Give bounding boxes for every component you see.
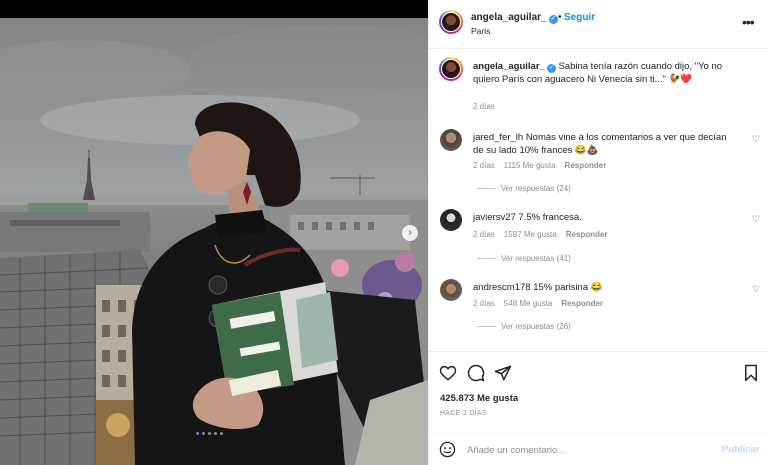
view-replies-label: Ver respuestas (24) <box>501 184 571 193</box>
comment-time: 2 días <box>473 230 495 239</box>
reply-button[interactable]: Responder <box>561 299 603 308</box>
publish-button[interactable]: Publicar <box>722 444 760 455</box>
replies-line <box>477 188 495 189</box>
comment-likes[interactable]: 548 Me gusta <box>504 299 552 308</box>
carousel-dot <box>202 432 205 435</box>
post-header: angela_aguilar_ ✓ • Seguir Paris ••• <box>429 0 768 49</box>
photo-top-bar <box>0 0 428 18</box>
commenter-username[interactable]: javiersv27 <box>473 212 516 223</box>
replies-line <box>477 326 495 327</box>
replies-line <box>477 258 495 259</box>
caption-avatar[interactable] <box>439 57 463 81</box>
reply-button[interactable]: Responder <box>566 230 608 239</box>
caption-username[interactable]: angela_aguilar_ <box>473 61 545 72</box>
post-detail-panel: angela_aguilar_ ✓ • Seguir Paris ••• ange… <box>428 0 768 465</box>
post-actions: 425.873 Me gusta HACE 2 DÍAS <box>429 351 768 433</box>
share-send-icon[interactable] <box>494 364 512 382</box>
post-photo[interactable]: › <box>0 0 428 465</box>
post-time: HACE 2 DÍAS <box>440 410 487 417</box>
author-username[interactable]: angela_aguilar_ ✓ <box>471 12 558 24</box>
view-replies-button[interactable]: Ver respuestas (26) <box>477 322 571 331</box>
comment-time: 2 días <box>473 299 495 308</box>
more-options-icon[interactable]: ••• <box>742 14 755 30</box>
comment-time: 2 días <box>473 161 495 170</box>
verified-badge-icon: ✓ <box>548 15 558 24</box>
view-replies-label: Ver respuestas (26) <box>501 322 571 331</box>
comment-text: andrescm178 15% parisina 😂 <box>473 281 735 294</box>
chevron-right-icon: › <box>408 227 412 238</box>
view-replies-button[interactable]: Ver respuestas (24) <box>477 184 571 193</box>
commenter-username[interactable]: jared_fer_lh <box>473 132 523 143</box>
post-location[interactable]: Paris <box>471 26 490 36</box>
comment-meta: 2 días 1115 Me gusta Responder <box>473 161 606 170</box>
carousel-dot <box>196 432 199 435</box>
carousel-dot <box>214 432 217 435</box>
emoji-icon[interactable] <box>439 441 456 458</box>
like-comment-heart-icon[interactable]: ♡ <box>752 284 760 295</box>
reply-button[interactable]: Responder <box>565 161 607 170</box>
view-replies-button[interactable]: Ver respuestas (41) <box>477 254 571 263</box>
commenter-avatar[interactable] <box>440 279 462 301</box>
carousel-next-button[interactable]: › <box>402 225 418 241</box>
comment-likes[interactable]: 1597 Me gusta <box>504 230 557 239</box>
separator-dot: • <box>558 12 562 23</box>
comment-likes[interactable]: 1115 Me gusta <box>504 161 556 170</box>
likes-count[interactable]: 425.873 Me gusta <box>440 393 518 404</box>
like-comment-heart-icon[interactable]: ♡ <box>752 214 760 225</box>
comment-input[interactable] <box>467 441 707 459</box>
follow-button[interactable]: Seguir <box>564 12 595 23</box>
save-bookmark-icon[interactable] <box>743 364 759 382</box>
comment-body: 7.5% francesa. <box>518 212 582 223</box>
caption-text: angela_aguilar_ ✓ Sabina tenía razón cuan… <box>473 60 735 86</box>
author-avatar[interactable] <box>439 10 463 34</box>
carousel-dot <box>208 432 211 435</box>
verified-badge-icon: ✓ <box>546 64 556 73</box>
like-comment-heart-icon[interactable]: ♡ <box>752 134 760 145</box>
comment-meta: 2 días 548 Me gusta Responder <box>473 299 603 308</box>
add-comment-bar: Publicar <box>429 433 768 465</box>
comment-meta: 2 días 1597 Me gusta Responder <box>473 230 608 239</box>
commenter-username[interactable]: andrescm178 <box>473 282 531 293</box>
view-replies-label: Ver respuestas (41) <box>501 254 571 263</box>
paris-rooftop-photo <box>0 18 428 465</box>
commenter-avatar[interactable] <box>440 129 462 151</box>
comment-text: javiersv27 7.5% francesa. <box>473 211 735 224</box>
comments-list[interactable]: angela_aguilar_ ✓ Sabina tenía razón cuan… <box>429 49 768 351</box>
like-heart-icon[interactable] <box>439 364 457 382</box>
carousel-dots <box>196 432 223 435</box>
carousel-dot <box>220 432 223 435</box>
comment-body: 15% parisina 😂 <box>533 282 603 293</box>
caption-time: 2 días <box>473 102 495 111</box>
commenter-avatar[interactable] <box>440 209 462 231</box>
comment-bubble-icon[interactable] <box>467 364 485 382</box>
comment-text: jared_fer_lh Nomás vine a los comentario… <box>473 131 735 157</box>
